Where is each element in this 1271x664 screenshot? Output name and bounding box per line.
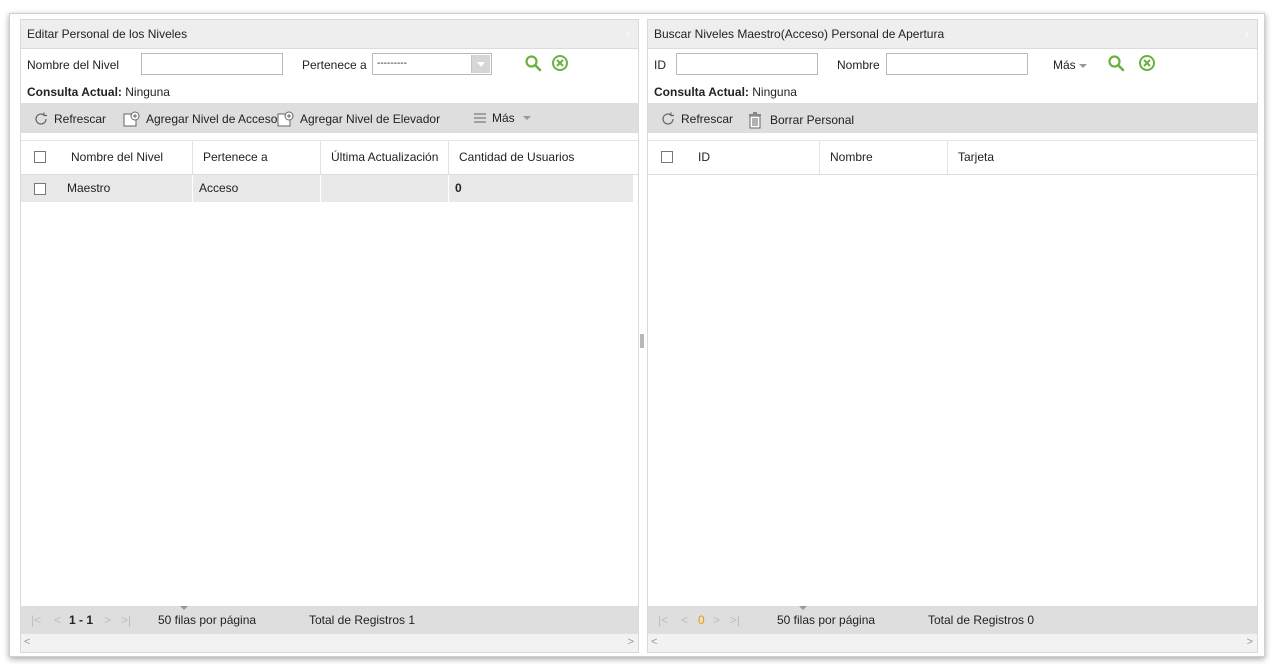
more-menu-button[interactable]: Más <box>473 111 531 125</box>
rows-per-page-label: 50 filas por página <box>777 613 876 627</box>
search-personnel-panel: Buscar Niveles Maestro(Acceso) Personal … <box>647 19 1258 653</box>
levels-table-header: Nombre del Nivel Pertenece a Última Actu… <box>21 140 638 175</box>
left-search-bar: Nombre del Nivel Pertenece a --------- <box>21 49 638 81</box>
search-icon[interactable] <box>1107 54 1125 72</box>
page-range: 1 - 1 <box>69 613 94 627</box>
delete-personnel-label: Borrar Personal <box>770 113 855 127</box>
more-filters-label: Más <box>1053 58 1076 72</box>
id-label: ID <box>654 58 666 72</box>
column-header[interactable]: Pertenece a <box>193 141 321 174</box>
belongs-to-select[interactable]: --------- <box>372 53 492 75</box>
personnel-table-header: ID Nombre Tarjeta <box>648 140 1257 175</box>
personnel-table: ID Nombre Tarjeta <box>648 140 1257 175</box>
level-name-input[interactable] <box>141 53 283 75</box>
column-header[interactable]: Última Actualización <box>321 141 449 174</box>
scroll-left-icon[interactable]: < <box>651 634 657 650</box>
right-pagination: |< < 0 > >| 50 filas por página Total de… <box>648 606 1257 634</box>
scroll-right-icon[interactable]: > <box>1247 634 1253 650</box>
belongs-to-label: Pertenece a <box>302 58 367 72</box>
refresh-button[interactable]: Refrescar <box>33 111 106 127</box>
dialog-frame: Editar Personal de los Niveles ‹ Nombre … <box>9 13 1265 657</box>
collapse-right-icon[interactable]: › <box>1245 20 1249 48</box>
current-query-value: Ninguna <box>752 85 797 99</box>
cell-level-name: Maestro <box>61 175 193 202</box>
id-input[interactable] <box>676 53 818 75</box>
add-access-level-label: Agregar Nivel de Acceso <box>146 112 278 126</box>
chevron-down-icon <box>522 116 531 120</box>
cell-belongs-to: Acceso <box>193 175 321 202</box>
total-records: Total de Registros 1 <box>309 613 416 627</box>
rows-per-page-label: 50 filas por página <box>158 613 257 627</box>
column-header[interactable]: ID <box>688 141 820 174</box>
cell-last-update <box>321 175 449 202</box>
collapse-left-icon[interactable]: ‹ <box>626 20 630 48</box>
column-header[interactable]: Nombre del Nivel <box>61 141 193 174</box>
add-elevator-level-button[interactable]: Agregar Nivel de Elevador <box>277 111 440 127</box>
right-search-bar: ID Nombre Más <box>648 49 1257 81</box>
right-horizontal-scrollbar[interactable]: < > <box>648 633 1257 652</box>
column-header[interactable]: Nombre <box>820 141 948 174</box>
refresh-button[interactable]: Refrescar <box>660 111 733 127</box>
table-row[interactable]: Maestro Acceso 0 <box>21 175 633 203</box>
last-page-icon[interactable]: >| <box>730 606 740 634</box>
add-elevator-level-label: Agregar Nivel de Elevador <box>300 112 441 126</box>
edit-levels-panel: Editar Personal de los Niveles ‹ Nombre … <box>20 19 639 653</box>
prev-page-icon[interactable]: < <box>54 606 61 634</box>
left-horizontal-scrollbar[interactable]: < > <box>21 633 638 652</box>
scroll-right-icon[interactable]: > <box>628 634 634 650</box>
first-page-icon[interactable]: |< <box>658 606 668 634</box>
chevron-down-icon <box>471 55 490 73</box>
left-current-query: Consulta Actual: Ninguna <box>21 81 638 103</box>
name-input[interactable] <box>886 53 1028 75</box>
right-toolbar: Refrescar Borrar Personal <box>648 103 1257 133</box>
left-toolbar: Refrescar Agregar Nivel de Acceso Agrega… <box>21 103 638 133</box>
scroll-left-icon[interactable]: < <box>24 634 30 650</box>
more-filters-button[interactable]: Más <box>1053 58 1087 72</box>
select-all-checkbox[interactable] <box>34 151 46 163</box>
current-query-label: Consulta Actual: <box>654 85 749 99</box>
right-panel-header: Buscar Niveles Maestro(Acceso) Personal … <box>648 20 1257 49</box>
cell-user-count: 0 <box>455 181 462 195</box>
right-current-query: Consulta Actual: Ninguna <box>648 81 1257 103</box>
left-panel-header: Editar Personal de los Niveles ‹ <box>21 20 638 49</box>
name-label: Nombre <box>837 58 880 72</box>
next-page-icon[interactable]: > <box>713 606 720 634</box>
right-panel-title: Buscar Niveles Maestro(Acceso) Personal … <box>654 27 945 41</box>
current-query-label: Consulta Actual: <box>27 85 122 99</box>
add-document-icon <box>123 111 140 127</box>
refresh-label: Refrescar <box>681 112 734 126</box>
add-document-icon <box>277 111 294 127</box>
level-name-label: Nombre del Nivel <box>27 58 120 72</box>
search-icon[interactable] <box>524 54 542 72</box>
current-page: 0 <box>698 613 705 627</box>
first-page-icon[interactable]: |< <box>31 606 41 634</box>
menu-icon <box>474 113 486 123</box>
delete-personnel-button[interactable]: Borrar Personal <box>747 111 854 129</box>
belongs-to-selected: --------- <box>377 58 407 69</box>
delete-icon <box>749 112 761 129</box>
clear-search-icon[interactable] <box>1138 54 1156 72</box>
more-label: Más <box>492 111 515 125</box>
last-page-icon[interactable]: >| <box>121 606 131 634</box>
refresh-icon <box>662 112 674 125</box>
panel-splitter-handle[interactable] <box>640 334 644 348</box>
chevron-down-icon <box>799 606 807 610</box>
prev-page-icon[interactable]: < <box>681 606 688 634</box>
current-query-value: Ninguna <box>125 85 170 99</box>
column-header[interactable]: Cantidad de Usuarios <box>449 141 637 174</box>
total-records: Total de Registros 0 <box>928 613 1035 627</box>
refresh-icon <box>35 112 47 125</box>
select-all-checkbox[interactable] <box>661 151 673 163</box>
left-pagination: |< < 1 - 1 > >| 50 filas por página Tota… <box>21 606 638 634</box>
row-checkbox[interactable] <box>34 183 46 195</box>
column-header[interactable]: Tarjeta <box>948 141 1257 174</box>
refresh-label: Refrescar <box>54 112 107 126</box>
chevron-down-icon <box>1078 63 1087 68</box>
left-panel-title: Editar Personal de los Niveles <box>27 27 188 41</box>
levels-table: Nombre del Nivel Pertenece a Última Actu… <box>21 140 638 203</box>
next-page-icon[interactable]: > <box>104 606 111 634</box>
chevron-down-icon <box>180 606 188 610</box>
clear-search-icon[interactable] <box>551 54 569 72</box>
add-access-level-button[interactable]: Agregar Nivel de Acceso <box>123 111 277 127</box>
